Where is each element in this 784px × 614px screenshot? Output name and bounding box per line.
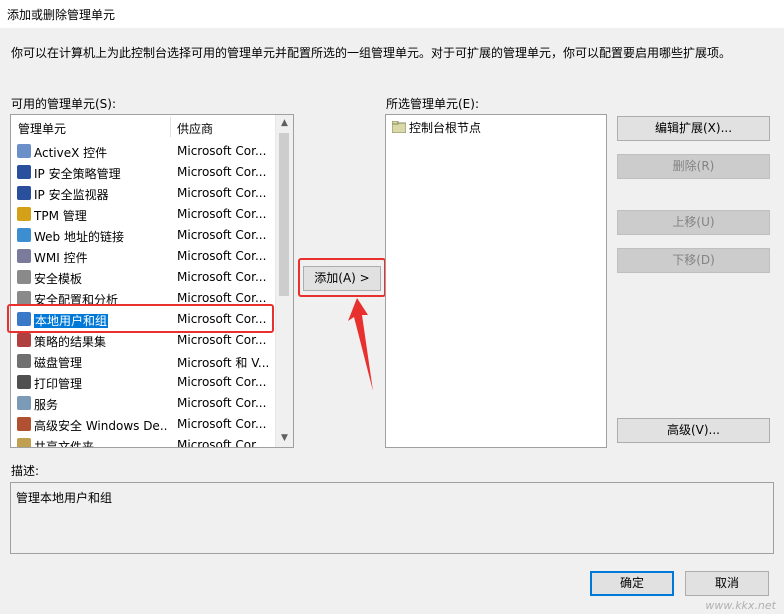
wmi-icon [17, 249, 31, 263]
tpm-icon [17, 207, 31, 221]
item-name: 打印管理 [34, 375, 168, 392]
list-item[interactable]: 共享文件夹 Microsoft Cor... [11, 435, 277, 448]
list-item[interactable]: Web 地址的链接 Microsoft Cor... [11, 225, 277, 246]
item-vendor: Microsoft Cor... [177, 207, 267, 221]
item-name-text: 策略的结果集 [34, 335, 107, 349]
list-item[interactable]: 磁盘管理 Microsoft 和 V... [11, 351, 277, 372]
available-label: 可用的管理单元(S): [11, 97, 117, 111]
item-name: ActiveX 控件 [34, 144, 168, 161]
services-gear-icon [17, 396, 31, 410]
activex-icon [17, 144, 31, 158]
console-root-node[interactable]: 控制台根节点 [409, 119, 481, 136]
ip-monitor-icon [17, 186, 31, 200]
item-vendor: Microsoft Cor... [177, 417, 267, 431]
watermark-text: www.kkx.net [705, 599, 776, 612]
item-name: 高级安全 Windows De... [34, 417, 168, 434]
ip-policy-icon [17, 165, 31, 179]
scroll-thumb[interactable] [279, 133, 289, 296]
list-item[interactable]: WMI 控件 Microsoft Cor... [11, 246, 277, 267]
edit-extensions-button[interactable]: 编辑扩展(X)... [617, 116, 770, 141]
item-name: 服务 [34, 396, 168, 413]
item-name-text: 磁盘管理 [34, 356, 83, 370]
item-vendor: Microsoft Cor... [177, 186, 267, 200]
col-divider[interactable] [170, 117, 171, 137]
item-vendor: Microsoft Cor... [177, 438, 267, 448]
list-item[interactable]: IP 安全监视器 Microsoft Cor... [11, 183, 277, 204]
item-name: WMI 控件 [34, 249, 168, 266]
highlight-box-item [7, 304, 274, 333]
cancel-button[interactable]: 取消 [685, 571, 769, 596]
item-vendor: Microsoft Cor... [177, 291, 267, 305]
item-name-text: IP 安全监视器 [34, 188, 109, 202]
shared-folder-icon [17, 438, 31, 447]
item-name: Web 地址的链接 [34, 228, 168, 245]
col-header-vendor[interactable]: 供应商 [177, 120, 213, 137]
list-item[interactable]: 策略的结果集 Microsoft Cor... [11, 330, 277, 351]
item-name-text: Web 地址的链接 [34, 230, 124, 244]
item-name: TPM 管理 [34, 207, 168, 224]
folder-icon [391, 120, 407, 134]
disk-icon [17, 354, 31, 368]
scroll-up-icon[interactable]: ▲ [276, 115, 293, 132]
item-vendor: Microsoft Cor... [177, 228, 267, 242]
item-vendor: Microsoft Cor... [177, 249, 267, 263]
selected-label: 所选管理单元(E): [386, 97, 479, 111]
item-vendor: Microsoft Cor... [177, 270, 267, 284]
firewall-icon [17, 417, 31, 431]
item-name: 安全模板 [34, 270, 168, 287]
item-vendor: Microsoft Cor... [177, 375, 267, 389]
title-bar [0, 0, 784, 28]
item-name-text: 服务 [34, 398, 59, 412]
item-name: 共享文件夹 [34, 438, 168, 448]
scroll-down-icon[interactable]: ▼ [276, 430, 293, 447]
window-title: 添加或删除管理单元 [7, 8, 116, 22]
item-name-text: 共享文件夹 [34, 440, 95, 448]
available-snapins-list[interactable]: 管理单元 供应商 ActiveX 控件 Microsoft Cor... IP 安全… [10, 114, 294, 448]
list-item[interactable]: 打印管理 Microsoft Cor... [11, 372, 277, 393]
ok-button[interactable]: 确定 [590, 571, 674, 596]
item-name-text: ActiveX 控件 [34, 146, 108, 160]
description-label: 描述: [11, 464, 40, 478]
list-item[interactable]: 高级安全 Windows De... Microsoft Cor... [11, 414, 277, 435]
list-scrollbar[interactable]: ▲ ▼ [275, 115, 293, 447]
move-up-button[interactable]: 上移(U) [617, 210, 770, 235]
list-header: 管理单元 供应商 [11, 115, 277, 139]
highlight-box-add [298, 258, 386, 297]
list-item[interactable]: TPM 管理 Microsoft Cor... [11, 204, 277, 225]
list-item[interactable]: ActiveX 控件 Microsoft Cor... [11, 141, 277, 162]
description-text: 管理本地用户和组 [16, 491, 113, 505]
printer-icon [17, 375, 31, 389]
item-name-text: 高级安全 Windows De... [34, 419, 168, 433]
item-name-text: WMI 控件 [34, 251, 88, 265]
description-box: 管理本地用户和组 [10, 482, 774, 554]
remove-button[interactable]: 删除(R) [617, 154, 770, 179]
security-template-icon [17, 270, 31, 284]
advanced-button[interactable]: 高级(V)... [617, 418, 770, 443]
item-vendor: Microsoft 和 V... [177, 356, 269, 370]
selected-snapins-list[interactable]: 控制台根节点 [385, 114, 607, 448]
intro-text: 你可以在计算机上为此控制台选择可用的管理单元并配置所选的一组管理单元。对于可扩展… [11, 46, 732, 60]
security-config-icon [17, 291, 31, 305]
red-arrow-icon [348, 298, 373, 391]
rsop-icon [17, 333, 31, 347]
list-item[interactable]: IP 安全策略管理 Microsoft Cor... [11, 162, 277, 183]
web-link-icon [17, 228, 31, 242]
item-vendor: Microsoft Cor... [177, 144, 267, 158]
item-name: 策略的结果集 [34, 333, 168, 350]
item-name: 磁盘管理 [34, 354, 168, 371]
item-name-text: IP 安全策略管理 [34, 167, 121, 181]
list-item[interactable]: 安全模板 Microsoft Cor... [11, 267, 277, 288]
item-name: IP 安全策略管理 [34, 165, 168, 182]
item-vendor: Microsoft Cor... [177, 165, 267, 179]
list-item[interactable]: 服务 Microsoft Cor... [11, 393, 277, 414]
move-down-button[interactable]: 下移(D) [617, 248, 770, 273]
col-header-name[interactable]: 管理单元 [18, 120, 66, 137]
item-name-text: 打印管理 [34, 377, 83, 391]
item-name: IP 安全监视器 [34, 186, 168, 203]
item-vendor: Microsoft Cor... [177, 333, 267, 347]
item-name-text: 安全模板 [34, 272, 83, 286]
item-vendor: Microsoft Cor... [177, 396, 267, 410]
item-name-text: TPM 管理 [34, 209, 87, 223]
